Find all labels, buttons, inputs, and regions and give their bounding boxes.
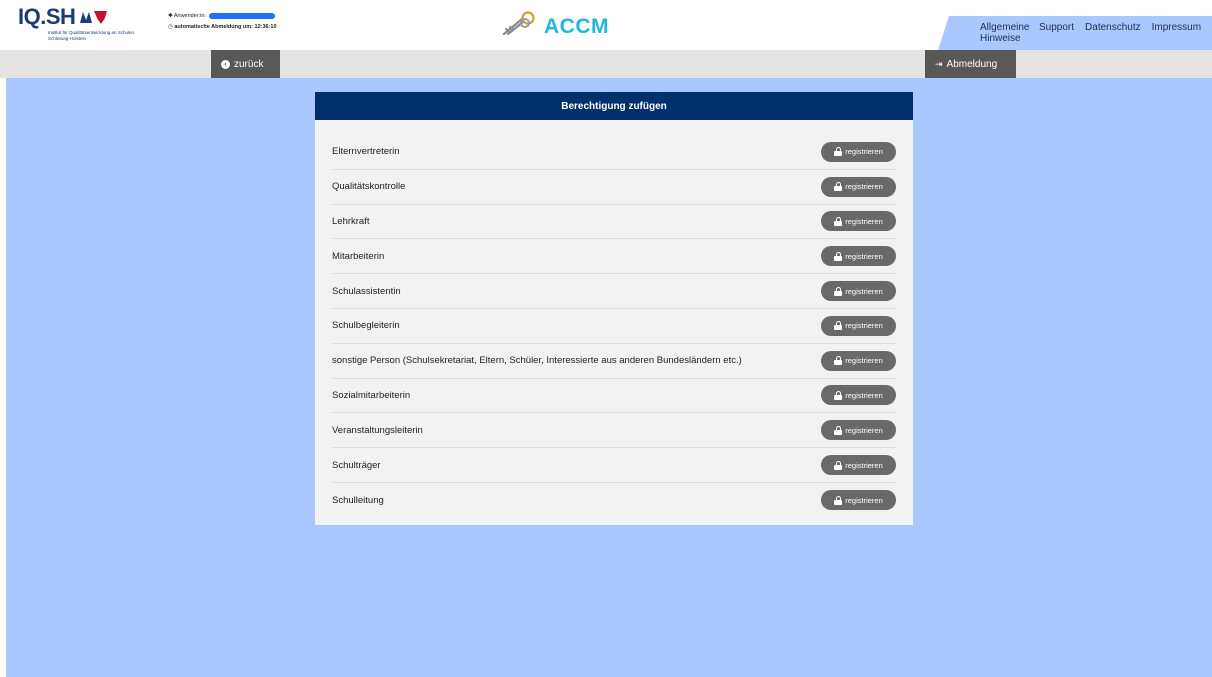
register-button[interactable]: registrieren (821, 141, 896, 162)
list-item: Lehrkraft registrieren (332, 205, 896, 240)
unlock-icon (834, 251, 843, 261)
register-button[interactable]: registrieren (821, 385, 896, 406)
user-info: ✱ Anwender:in: ◷ automatische Abmeldung … (168, 11, 277, 33)
chevron-left-icon: ‹ (221, 59, 230, 69)
register-label: registrieren (845, 286, 883, 296)
sign-out-icon: ⇥ (935, 58, 943, 69)
accm-brand: ACCM (500, 11, 609, 42)
panel-title: Berechtigung zufügen (315, 92, 913, 120)
register-label: registrieren (845, 356, 883, 366)
list-item: Schulleitung registrieren (332, 483, 896, 518)
asterisk-icon: ✱ (168, 13, 173, 19)
role-label: sonstige Person (Schulsekretariat, Elter… (332, 355, 742, 367)
unlock-icon (834, 286, 843, 296)
nav-support[interactable]: Support (1039, 22, 1074, 44)
list-item: Schulassistentin registrieren (332, 274, 896, 309)
role-label: Mitarbeiterin (332, 250, 385, 262)
logo-subtitle: Institut für Qualitätsentwicklung an Sch… (48, 30, 135, 41)
unlock-icon (834, 356, 843, 366)
unlock-icon (834, 321, 843, 331)
register-label: registrieren (845, 216, 883, 226)
list-item: sonstige Person (Schulsekretariat, Elter… (332, 344, 896, 379)
role-label: Qualitätskontrolle (332, 181, 406, 193)
crest-icon (79, 9, 109, 25)
register-label: registrieren (845, 147, 883, 157)
keys-icon (500, 11, 538, 42)
nav-impressum[interactable]: Impressum (1152, 22, 1201, 44)
user-label: Anwender:in: (173, 13, 206, 19)
top-navigation: Allgemeine Hinweise Support Datenschutz … (980, 22, 1212, 44)
toolbar: ‹ zurück ⇥ Abmeldung (0, 50, 1212, 78)
clock-icon: ◷ (168, 24, 173, 30)
redacted-username (209, 12, 276, 19)
register-button[interactable]: registrieren (821, 211, 896, 232)
unlock-icon (834, 182, 843, 192)
role-label: Veranstaltungsleiterin (332, 424, 423, 436)
list-item: Schulbegleiterin registrieren (332, 309, 896, 344)
logo-text: IQ.SH (18, 4, 76, 29)
register-label: registrieren (845, 251, 883, 261)
register-label: registrieren (845, 425, 883, 435)
register-label: registrieren (845, 460, 883, 470)
register-label: registrieren (845, 321, 883, 331)
unlock-icon (834, 147, 843, 157)
unlock-icon (834, 460, 843, 470)
role-label: Lehrkraft (332, 215, 370, 227)
unlock-icon (834, 216, 843, 226)
role-label: Schulträger (332, 459, 381, 471)
list-item: Veranstaltungsleiterin registrieren (332, 413, 896, 449)
nav-allgemeine-hinweise[interactable]: Allgemeine Hinweise (980, 22, 1029, 44)
register-button[interactable]: registrieren (821, 246, 896, 267)
list-item: Mitarbeiterin registrieren (332, 239, 896, 275)
back-label: zurück (234, 58, 264, 70)
logout-label: Abmeldung (946, 58, 998, 70)
back-button[interactable]: ‹ zurück (211, 50, 280, 78)
register-button[interactable]: registrieren (821, 176, 896, 197)
role-label: Schulbegleiterin (332, 320, 400, 332)
logout-button[interactable]: ⇥ Abmeldung (925, 50, 1016, 78)
register-button[interactable]: registrieren (821, 281, 896, 302)
list-item: Elternvertreterin registrieren (332, 135, 896, 170)
list-item: Qualitätskontrolle registrieren (332, 170, 896, 205)
unlock-icon (834, 390, 843, 400)
register-button[interactable]: registrieren (821, 490, 896, 511)
unlock-icon (834, 495, 843, 505)
role-label: Sozialmitarbeiterin (332, 389, 411, 401)
register-button[interactable]: registrieren (821, 350, 896, 371)
unlock-icon (834, 425, 843, 435)
iqsh-logo[interactable]: IQ.SH Institut für Qualitätsentwicklung … (18, 6, 138, 41)
permission-panel: Berechtigung zufügen Elternvertreterin re… (315, 92, 913, 525)
permission-list: Elternvertreterin registrieren Qualitätsko… (332, 135, 896, 518)
list-item: Schulträger registrieren (332, 448, 896, 483)
role-label: Schulassistentin (332, 285, 401, 297)
register-label: registrieren (845, 182, 883, 192)
list-item: Sozialmitarbeiterin registrieren (332, 379, 896, 414)
role-label: Elternvertreterin (332, 146, 400, 158)
register-button[interactable]: registrieren (821, 420, 896, 441)
role-label: Schulleitung (332, 494, 384, 506)
nav-datenschutz[interactable]: Datenschutz (1085, 22, 1141, 44)
register-label: registrieren (845, 495, 883, 505)
register-button[interactable]: registrieren (821, 315, 896, 336)
brand-name: ACCM (544, 14, 609, 38)
register-button[interactable]: registrieren (821, 455, 896, 476)
register-label: registrieren (845, 390, 883, 400)
page-header: IQ.SH Institut für Qualitätsentwicklung … (0, 0, 1212, 50)
logout-timer: automatische Abmeldung um: 12:36:10 (174, 24, 277, 30)
